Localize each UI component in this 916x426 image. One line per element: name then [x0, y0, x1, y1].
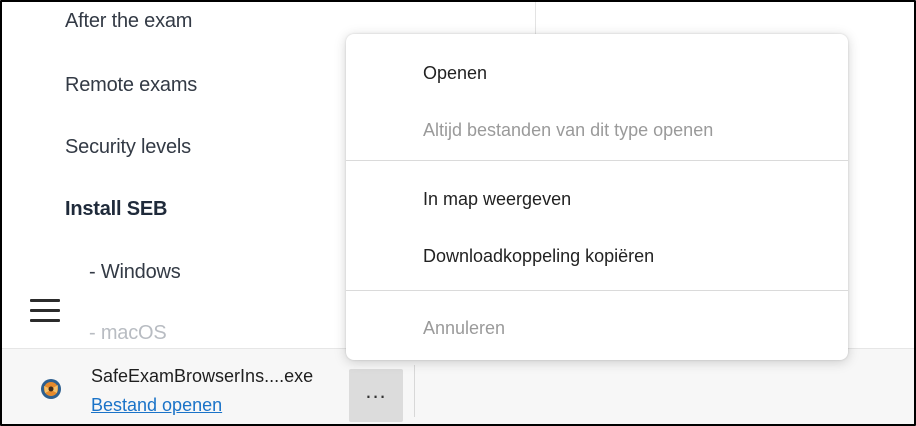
sidebar-item-windows[interactable]: - Windows	[89, 261, 181, 284]
download-more-button[interactable]: ...	[349, 369, 403, 422]
menu-item-copy-download-link[interactable]: Downloadkoppeling kopiëren	[423, 246, 654, 267]
hamburger-menu-icon[interactable]	[30, 299, 60, 323]
menu-separator	[346, 290, 848, 291]
menu-item-cancel[interactable]: Annuleren	[423, 318, 505, 339]
download-file-name: SafeExamBrowserIns....exe	[91, 366, 314, 386]
browser-viewport: After the exam Remote exams Security lev…	[0, 0, 916, 426]
sidebar-item-security-levels[interactable]: Security levels	[65, 136, 191, 159]
menu-item-always-open-type[interactable]: Altijd bestanden van dit type openen	[423, 120, 713, 141]
open-file-link[interactable]: Bestand openen	[91, 395, 222, 416]
installer-file-icon	[41, 379, 61, 399]
sidebar-item-install-seb[interactable]: Install SEB	[65, 198, 167, 221]
sidebar-item-macos[interactable]: - macOS	[89, 322, 167, 345]
sidebar-item-remote-exams[interactable]: Remote exams	[65, 74, 197, 97]
download-bar-divider	[414, 365, 415, 417]
menu-separator	[346, 160, 848, 161]
content-divider	[535, 2, 536, 38]
sidebar-item-after-the-exam[interactable]: After the exam	[65, 10, 192, 33]
menu-item-open[interactable]: Openen	[423, 63, 487, 84]
download-context-menu: Openen Altijd bestanden van dit type ope…	[346, 34, 848, 360]
menu-item-show-in-folder[interactable]: In map weergeven	[423, 189, 571, 210]
more-options-icon: ...	[365, 378, 387, 403]
